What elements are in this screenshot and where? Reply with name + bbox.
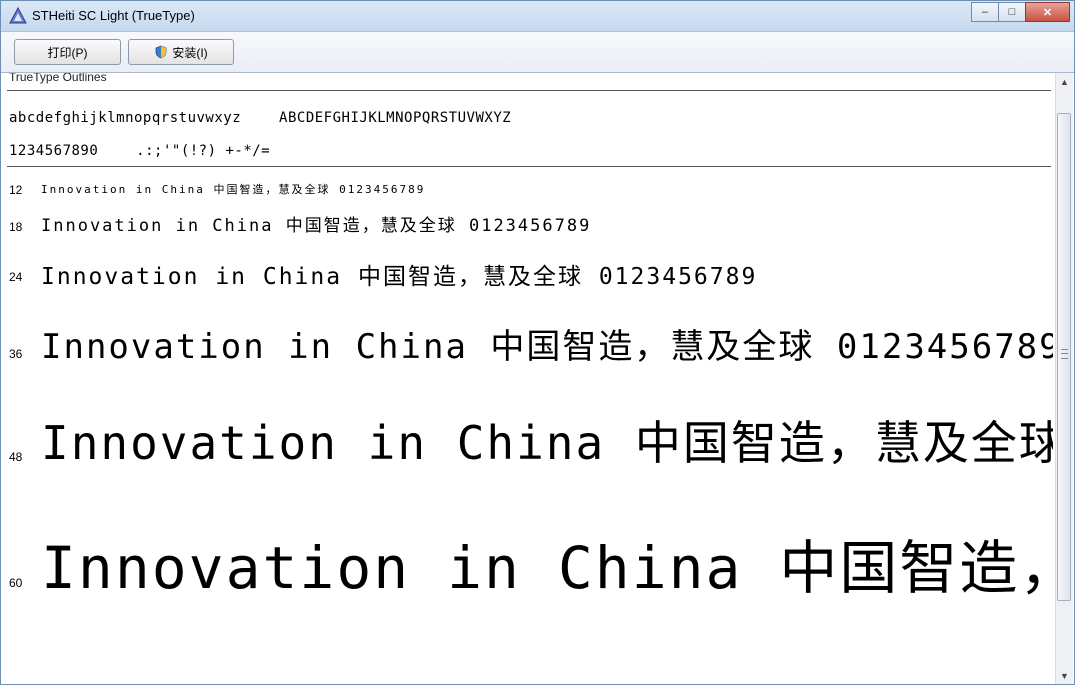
cjk-text: 中国智造，慧及全球 [490, 327, 815, 367]
size-row-36: 36 Innovation in China 中国智造，慧及全球 0123456… [1, 319, 1053, 379]
cjk-text: 中国智造，慧及全球 [213, 183, 331, 196]
font-type-header: TrueType Outlines [9, 73, 107, 84]
install-button-label: 安装(I) [172, 45, 208, 60]
cjk-text: 中国智造，慧及全球 [357, 264, 583, 290]
size-label: 24 [9, 270, 23, 284]
title-bar: STHeiti SC Light (TrueType) – □ ✕ [1, 1, 1074, 32]
size-label: 12 [9, 183, 23, 197]
digits-sample: 1234567890 [9, 143, 99, 159]
font-viewer-window: STHeiti SC Light (TrueType) – □ ✕ 打印(P) … [0, 0, 1075, 685]
uppercase-sample: ABCDEFGHIJKLMNOPQRSTUVWXYZ [279, 110, 512, 126]
digits-text: 0123456789 [836, 327, 1053, 367]
size-row-48: 48 Innovation in China 中国智造，慧及全球 0123456… [1, 407, 1053, 477]
cjk-text: 中国智造，慧及全球 [634, 416, 1053, 470]
scroll-down-arrow-icon[interactable]: ▼ [1056, 667, 1073, 684]
maximize-button[interactable]: □ [998, 2, 1026, 22]
print-button-label: 打印(P) [47, 45, 88, 60]
cjk-text: 中国智造，慧及全球 [285, 216, 457, 236]
digits-text: 0123456789 [598, 264, 758, 290]
preview-text: Innovation in China 中国智造，慧及全球 0123456789 [41, 257, 757, 291]
preview-text: Innovation in China 中国智造，慧及全球 0123456789 [41, 521, 1053, 605]
size-label: 48 [9, 450, 23, 464]
digits-text: 0123456789 [468, 216, 592, 236]
size-label: 18 [9, 220, 23, 234]
size-label: 36 [9, 347, 23, 361]
scroll-thumb[interactable] [1057, 113, 1071, 601]
size-row-12: 12 Innovation in China 中国智造，慧及全球 0123456… [1, 181, 1053, 201]
size-label: 60 [9, 576, 23, 590]
grip-icon [1061, 349, 1068, 359]
alphabet-sample-line: abcdefghijklmnopqrstuvwxyz ABCDEFGHIJKLM… [9, 110, 511, 126]
samples-divider [7, 166, 1051, 167]
phrase-text: Innovation in China [41, 534, 743, 602]
preview-text: Innovation in China 中国智造，慧及全球 0123456789 [41, 181, 425, 197]
size-row-18: 18 Innovation in China 中国智造，慧及全球 0123456… [1, 211, 1053, 241]
close-button[interactable]: ✕ [1025, 2, 1070, 22]
uac-shield-icon [155, 45, 167, 59]
size-row-60: 60 Innovation in China 中国智造，慧及全球 0123456… [1, 521, 1053, 611]
phrase-text: Innovation in China [41, 183, 205, 196]
vertical-scrollbar[interactable]: ▲ ▼ [1055, 73, 1073, 684]
phrase-text: Innovation in China [41, 416, 606, 470]
phrase-text: Innovation in China [41, 216, 274, 236]
phrase-text: Innovation in China [41, 264, 343, 290]
symbols-sample: .:;'"(!?) +-*/= [136, 143, 271, 159]
window-title: STHeiti SC Light (TrueType) [32, 8, 195, 23]
lowercase-sample: abcdefghijklmnopqrstuvwxyz [9, 110, 242, 126]
scroll-up-arrow-icon[interactable]: ▲ [1056, 73, 1073, 90]
install-button[interactable]: 安装(I) [128, 39, 234, 65]
cjk-text: 中国智造，慧及全球 [779, 534, 1053, 602]
window-controls: – □ ✕ [971, 2, 1070, 22]
phrase-text: Innovation in China [41, 327, 468, 367]
header-divider [7, 90, 1051, 91]
digits-text: 0123456789 [339, 183, 426, 196]
minimize-button[interactable]: – [971, 2, 999, 22]
size-row-24: 24 Innovation in China 中国智造，慧及全球 0123456… [1, 257, 1053, 297]
digits-sample-line: 1234567890 .:;'"(!?) +-*/= [9, 143, 270, 159]
toolbar: 打印(P) 安装(I) [1, 32, 1074, 73]
preview-text: Innovation in China 中国智造，慧及全球 0123456789 [41, 319, 1053, 368]
font-app-icon [9, 7, 27, 24]
font-preview-area: TrueType Outlines abcdefghijklmnopqrstuv… [1, 73, 1053, 684]
preview-text: Innovation in China 中国智造，慧及全球 0123456789 [41, 211, 591, 236]
preview-text: Innovation in China 中国智造，慧及全球 0123456789 [41, 407, 1053, 473]
print-button[interactable]: 打印(P) [14, 39, 121, 65]
